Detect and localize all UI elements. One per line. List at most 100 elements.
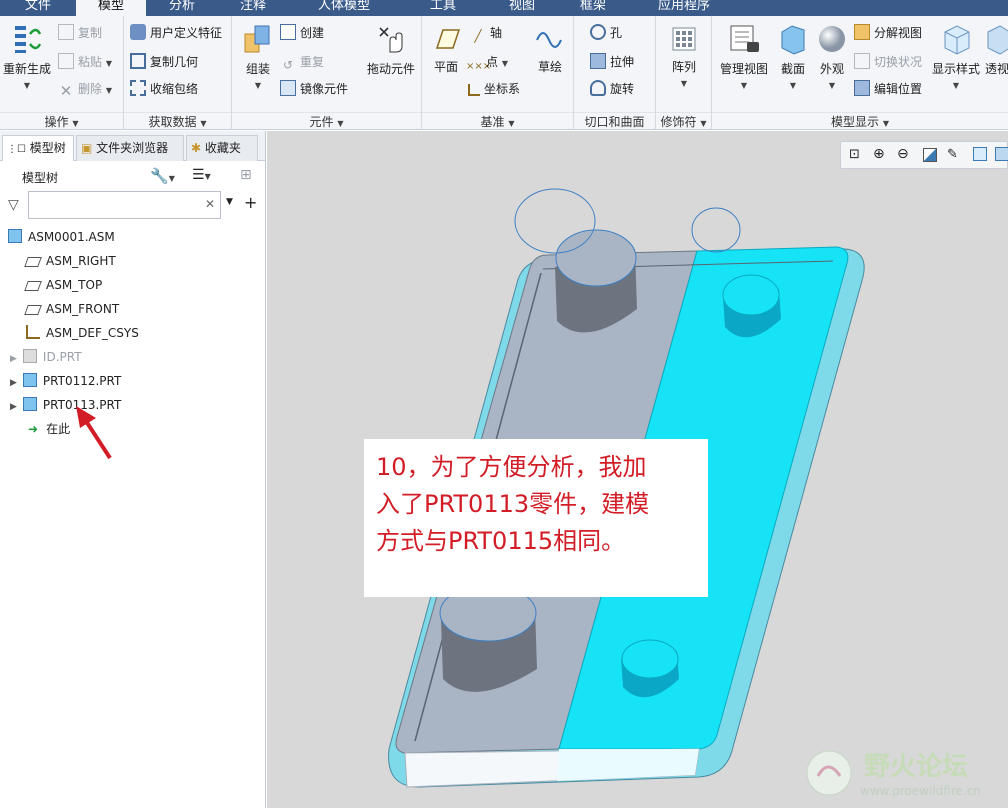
toggle-state-button[interactable]: 切换状况 (854, 51, 922, 73)
tab-tools[interactable]: 工具 (400, 0, 486, 16)
shrinkwrap-icon (130, 80, 146, 96)
create-button[interactable]: 创建 (280, 22, 324, 44)
axis-button[interactable]: ╱ 轴 (470, 22, 502, 44)
datum-plane-icon (24, 257, 42, 267)
appearance-sphere-icon (819, 26, 845, 52)
watermark-url: www.proewildfire.cn (860, 784, 981, 798)
perspective-button[interactable]: 透视 (984, 22, 1008, 77)
forum-watermark: 野火论坛 www.proewildfire.cn (794, 742, 1006, 806)
revolve-button[interactable]: 旋转 (590, 78, 634, 100)
paste-button[interactable]: 粘贴 ▼ (58, 51, 112, 73)
group-label-modifiers: 修饰符 ▼ (656, 112, 711, 130)
graphics-viewport[interactable]: ⊡ ⊕ ⊖ ✎ 10，为了方便分析，我加 入了PRT0113零件，建模 方式与P… (267, 131, 1008, 808)
explode-view-icon (854, 24, 870, 40)
mirror-component-button[interactable]: 镜像元件 (280, 78, 348, 100)
csys-button[interactable]: 坐标系 (468, 78, 520, 100)
perspective-icon (987, 25, 1008, 55)
tree-node-asm-def-csys[interactable]: ASM_DEF_CSYS (26, 321, 139, 345)
star-icon: ✱ (191, 141, 202, 155)
datum-plane-icon (24, 305, 42, 315)
tab-model[interactable]: 模型 (76, 0, 146, 16)
watermark-logo-icon (806, 750, 852, 796)
show-menu-icon[interactable]: ☰▼ (192, 167, 211, 183)
copy-geometry-button[interactable]: 复制几何 (130, 51, 198, 73)
part-icon (22, 373, 37, 387)
tab-manikin[interactable]: 人体模型 (288, 0, 400, 16)
section-icon (781, 25, 805, 55)
tab-model-tree[interactable]: ⋮☐ 模型树 (2, 135, 74, 161)
drag-hand-icon (379, 27, 403, 53)
expand-icon[interactable]: ▶ (10, 378, 17, 388)
manage-views-icon (730, 25, 759, 52)
group-model-display: 管理视图 ▼ 截面 ▼ 外观 ▼ 分解视图 切换状况 编辑位置 显示样式 ▼ 透视 模型… (712, 16, 1008, 130)
tree-node-asm-right[interactable]: ASM_RIGHT (24, 249, 116, 273)
display-style-cube-icon (944, 25, 970, 55)
regenerate-icon (15, 26, 42, 53)
insert-here-icon: ➜ (28, 422, 39, 436)
tab-folder-browser[interactable]: ▣ 文件夹浏览器 (76, 135, 184, 161)
delete-icon: ✕ (59, 82, 73, 100)
model-tree-panel: ⋮☐ 模型树 ▣ 文件夹浏览器 ✱ 收藏夹 模型树 🔧▼ ☰▼ ⊞ ▽ ✕ ▼ … (0, 131, 266, 808)
datum-plane-icon (24, 281, 42, 291)
plane-button[interactable]: 平面 (426, 24, 466, 75)
tab-framework[interactable]: 框架 (558, 0, 628, 16)
expand-icon[interactable]: ▶ (10, 354, 17, 364)
copy-button[interactable]: 复制 (58, 22, 102, 44)
copy-icon (58, 24, 74, 40)
boss-top-left (555, 229, 637, 333)
drag-component-button[interactable]: 拖动元件 (362, 22, 420, 77)
add-filter-icon[interactable]: + (244, 193, 257, 212)
shrinkwrap-button[interactable]: 收缩包络 (130, 78, 198, 100)
hole-button[interactable]: 孔 (590, 22, 622, 44)
tab-analysis[interactable]: 分析 (146, 0, 218, 16)
tree-settings-icon[interactable]: 🔧▼ (150, 167, 175, 185)
tree-node-id-prt[interactable]: ▶ ID.PRT (10, 345, 82, 369)
delete-button[interactable]: ✕ 删除 ▼ (58, 78, 112, 100)
tree-filter-input[interactable]: ✕ (28, 191, 221, 219)
regenerate-button[interactable]: 重新生成 ▼ (2, 22, 52, 91)
hole-icon (590, 24, 606, 40)
csys-icon (468, 84, 480, 96)
sketch-button[interactable]: 草绘 (530, 24, 570, 75)
tree-node-asm-front[interactable]: ASM_FRONT (24, 297, 119, 321)
tab-view[interactable]: 视图 (486, 0, 558, 16)
tab-applications[interactable]: 应用程序 (628, 0, 740, 16)
group-label-datum: 基准 ▼ (422, 112, 573, 130)
tree-node-asm0001[interactable]: ASM0001.ASM (8, 225, 115, 249)
clear-filter-icon[interactable]: ✕ (205, 197, 215, 211)
create-icon (280, 24, 296, 40)
group-components: 组装 ▼ 创建 ↺ 重复 镜像元件 拖动元件 元件 ▼ (232, 16, 422, 130)
tree-node-prt0112[interactable]: ▶ PRT0112.PRT (10, 369, 121, 393)
explode-view-button[interactable]: 分解视图 (854, 22, 922, 44)
section-button[interactable]: 截面 ▼ (774, 22, 812, 91)
callout-line-1: 10，为了方便分析，我加 (376, 453, 647, 481)
repeat-button[interactable]: ↺ 重复 (280, 51, 324, 73)
display-style-button[interactable]: 显示样式 ▼ (930, 22, 982, 91)
point-icon: ××× (466, 61, 492, 72)
manage-views-button[interactable]: 管理视图 ▼ (716, 22, 772, 91)
annotation-callout: 10，为了方便分析，我加 入了PRT0113零件，建模 方式与PRT0115相同… (364, 439, 708, 597)
callout-line-3: 方式与PRT0115相同。 (376, 527, 626, 555)
edit-position-button[interactable]: 编辑位置 (854, 78, 922, 100)
udf-button[interactable]: 用户定义特征 (130, 22, 222, 44)
point-button[interactable]: ×××点 ▼ (466, 51, 508, 73)
toggle-state-icon (854, 53, 870, 69)
sketch-icon (536, 32, 562, 48)
copy-geometry-icon (130, 53, 146, 69)
tree-columns-icon[interactable]: ⊞ (240, 167, 252, 183)
tree-node-prt0113[interactable]: ▶ PRT0113.PRT (10, 393, 121, 417)
revolve-icon (590, 80, 606, 96)
group-datum: 平面 ╱ 轴 ×××点 ▼ 坐标系 草绘 基准 ▼ (422, 16, 574, 130)
pattern-button[interactable]: 阵列 ▼ (662, 24, 706, 89)
appearance-button[interactable]: 外观 ▼ (814, 22, 850, 91)
extrude-button[interactable]: 拉伸 (590, 51, 634, 73)
expand-icon[interactable]: ▶ (10, 402, 17, 412)
filter-dropdown-icon[interactable]: ▼ (226, 197, 233, 207)
tab-annotate[interactable]: 注释 (218, 0, 288, 16)
tree-node-insert-here[interactable]: ➜ 在此 (28, 417, 70, 441)
tree-node-asm-top[interactable]: ASM_TOP (24, 273, 102, 297)
tab-favorites[interactable]: ✱ 收藏夹 (186, 135, 258, 161)
assemble-button[interactable]: 组装 ▼ (236, 22, 280, 91)
extrude-icon (590, 53, 606, 69)
tab-file[interactable]: 文件 (0, 0, 76, 16)
